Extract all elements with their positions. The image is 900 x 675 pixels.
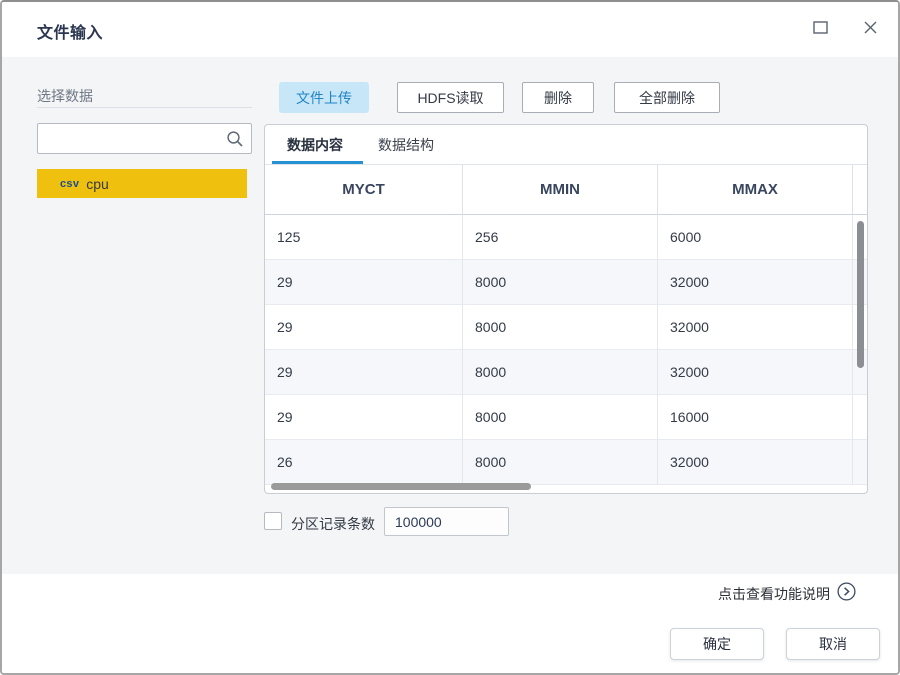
dialog-footer: 点击查看功能说明 确定 取消: [2, 574, 898, 675]
vertical-scrollbar[interactable]: [857, 221, 864, 368]
table-cell: 8000: [463, 305, 658, 350]
column-header-myct: MYCT: [265, 165, 463, 215]
table-cell: 32000: [658, 305, 853, 350]
file-upload-button[interactable]: 文件上传: [279, 82, 369, 113]
table-cell: 32000: [658, 260, 853, 305]
dataset-item-cpu[interactable]: csv cpu: [37, 169, 247, 198]
table-cell: 8000: [463, 395, 658, 440]
horizontal-scrollbar[interactable]: [271, 483, 531, 490]
table-row: 125 256 6000: [265, 215, 867, 260]
select-data-label: 选择数据: [37, 86, 93, 106]
csv-file-icon: csv: [60, 178, 79, 190]
table-row: 29 8000 16000: [265, 395, 867, 440]
table-cell: [853, 440, 867, 485]
partition-count-input[interactable]: [384, 507, 509, 536]
table-cell: 16000: [658, 395, 853, 440]
table-cell: 8000: [463, 440, 658, 485]
table-cell: 8000: [463, 260, 658, 305]
table-cell: 256: [463, 215, 658, 260]
delete-button[interactable]: 删除: [522, 82, 594, 113]
table-cell: 6000: [658, 215, 853, 260]
table-cell: 29: [265, 260, 463, 305]
cancel-button[interactable]: 取消: [786, 628, 880, 660]
table-row: 26 8000 32000: [265, 440, 867, 485]
partition-checkbox[interactable]: [264, 512, 282, 530]
table-cell: 32000: [658, 440, 853, 485]
tabs-bar: 数据内容 数据结构: [265, 125, 867, 165]
table-header-row: MYCT MMIN MMAX: [265, 165, 867, 215]
maximize-icon: [813, 21, 828, 39]
hdfs-read-button[interactable]: HDFS读取: [397, 82, 504, 113]
tab-data-content[interactable]: 数据内容: [287, 125, 343, 165]
column-header-mmax: MMAX: [658, 165, 853, 215]
table-cell: 29: [265, 350, 463, 395]
help-link-label: 点击查看功能说明: [718, 584, 830, 604]
table-row: 29 8000 32000: [265, 260, 867, 305]
table-row: 29 8000 32000: [265, 305, 867, 350]
table-cell: 29: [265, 395, 463, 440]
window-title: 文件输入: [37, 19, 103, 43]
dataset-name: cpu: [86, 176, 109, 192]
dataset-search-box: [37, 123, 252, 154]
table-cell: 29: [265, 305, 463, 350]
search-input[interactable]: [38, 124, 222, 153]
help-link[interactable]: 点击查看功能说明: [718, 582, 856, 606]
table-cell: 26: [265, 440, 463, 485]
sidebar-divider: [37, 107, 252, 108]
maximize-button[interactable]: [806, 16, 834, 44]
partition-label: 分区记录条数: [291, 514, 375, 534]
column-header-mmin: MMIN: [463, 165, 658, 215]
delete-all-button[interactable]: 全部删除: [614, 82, 720, 113]
table-cell: 32000: [658, 350, 853, 395]
table-cell: 125: [265, 215, 463, 260]
title-bar: 文件输入: [2, 2, 898, 57]
tab-data-structure[interactable]: 数据结构: [378, 125, 434, 165]
search-icon[interactable]: [226, 130, 244, 153]
file-input-dialog: 文件输入 选择数据 csv cpu 文件上传 HDFS读取 删除 全部删除 数据…: [0, 0, 900, 675]
table-cell: 8000: [463, 350, 658, 395]
table-row: 29 8000 32000: [265, 350, 867, 395]
close-icon: [863, 20, 878, 40]
table-cell: [853, 395, 867, 440]
ok-button[interactable]: 确定: [670, 628, 764, 660]
chevron-right-circle-icon: [837, 582, 856, 606]
close-button[interactable]: [856, 16, 884, 44]
active-tab-indicator: [272, 161, 363, 164]
column-header-clipped: [853, 165, 867, 215]
data-preview-panel: 数据内容 数据结构 MYCT MMIN MMAX 125 256 6000 29…: [264, 124, 868, 494]
